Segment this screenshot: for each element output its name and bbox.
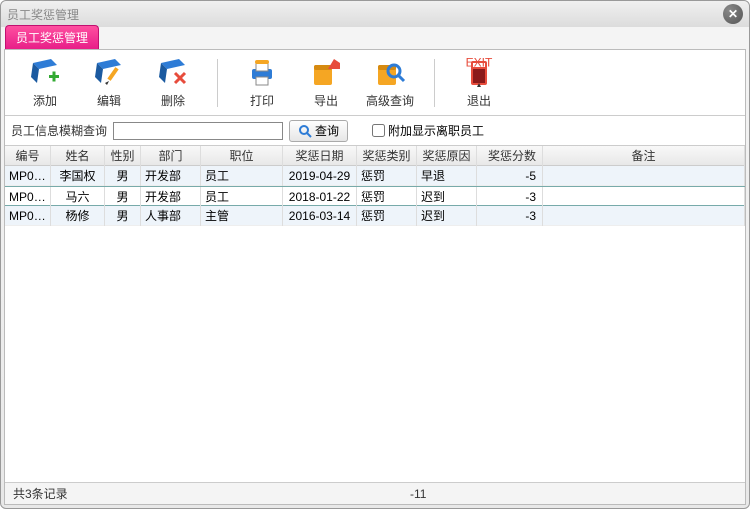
search-label: 员工信息模糊查询 — [11, 122, 107, 139]
col-type[interactable]: 奖惩类别 — [357, 146, 417, 166]
cell: 惩罚 — [357, 206, 417, 226]
titlebar: 员工奖惩管理 ✕ — [1, 1, 749, 27]
content: 添加 编辑 删除 打印 — [4, 49, 746, 505]
col-name[interactable]: 姓名 — [51, 146, 105, 166]
show-resigned-input[interactable] — [372, 124, 385, 137]
col-gender[interactable]: 性别 — [105, 146, 141, 166]
search-input[interactable] — [113, 122, 283, 140]
cell: 2016-03-14 — [283, 206, 357, 226]
cell: 迟到 — [417, 206, 477, 226]
cell: 男 — [105, 187, 141, 207]
cell: 主管 — [201, 206, 283, 226]
cell: 马六 — [51, 187, 105, 207]
col-note[interactable]: 备注 — [543, 146, 745, 166]
print-icon — [246, 57, 278, 89]
cell: 迟到 — [417, 187, 477, 207]
tabbar: 员工奖惩管理 — [1, 27, 749, 49]
advsearch-icon — [374, 57, 406, 89]
cell: MP004 — [5, 166, 51, 186]
exit-label: 退出 — [467, 92, 491, 109]
toolbar-divider — [434, 59, 435, 107]
cell: 男 — [105, 166, 141, 186]
record-count: 共3条记录 — [13, 485, 68, 502]
table-row[interactable]: MP006杨修男人事部主管2016-03-14惩罚迟到-3 — [5, 206, 745, 226]
show-resigned-label: 附加显示离职员工 — [388, 122, 484, 139]
tab-reward-punish[interactable]: 员工奖惩管理 — [5, 25, 99, 49]
query-button[interactable]: 查询 — [289, 120, 348, 142]
col-id[interactable]: 编号 — [5, 146, 51, 166]
edit-label: 编辑 — [97, 92, 121, 109]
cell: 杨修 — [51, 206, 105, 226]
cell: MP006 — [5, 206, 51, 226]
cell: 人事部 — [141, 206, 201, 226]
col-dept[interactable]: 部门 — [141, 146, 201, 166]
cell: 李国权 — [51, 166, 105, 186]
cell: -3 — [477, 187, 543, 207]
cell: 男 — [105, 206, 141, 226]
cell: 员工 — [201, 187, 283, 207]
add-label: 添加 — [33, 92, 57, 109]
add-icon — [29, 57, 61, 89]
col-score[interactable]: 奖惩分数 — [477, 146, 543, 166]
toolbar-divider — [217, 59, 218, 107]
export-icon — [310, 57, 342, 89]
show-resigned-checkbox[interactable]: 附加显示离职员工 — [372, 122, 484, 139]
edit-button[interactable]: 编辑 — [79, 54, 139, 112]
col-date[interactable]: 奖惩日期 — [283, 146, 357, 166]
cell: 早退 — [417, 166, 477, 186]
cell: -3 — [477, 206, 543, 226]
add-button[interactable]: 添加 — [15, 54, 75, 112]
close-button[interactable]: ✕ — [723, 4, 743, 24]
cell — [543, 206, 745, 226]
cell — [543, 166, 745, 186]
cell: -5 — [477, 166, 543, 186]
search-icon — [298, 124, 312, 138]
cell: 惩罚 — [357, 166, 417, 186]
delete-icon — [157, 57, 189, 89]
cell: 2019-04-29 — [283, 166, 357, 186]
data-grid[interactable]: 编号 姓名 性别 部门 职位 奖惩日期 奖惩类别 奖惩原因 奖惩分数 备注 MP… — [5, 146, 745, 482]
table-row[interactable]: MP004李国权男开发部员工2019-04-29惩罚早退-5 — [5, 166, 745, 186]
svg-text:EXIT: EXIT — [466, 57, 493, 70]
cell: MP001 — [5, 187, 51, 207]
window-title: 员工奖惩管理 — [7, 6, 79, 23]
advsearch-button[interactable]: 高级查询 — [360, 54, 420, 112]
query-label: 查询 — [315, 122, 339, 139]
toolbar: 添加 编辑 删除 打印 — [5, 50, 745, 116]
print-label: 打印 — [250, 92, 274, 109]
cell: 员工 — [201, 166, 283, 186]
delete-label: 删除 — [161, 92, 185, 109]
exit-icon: EXIT — [463, 57, 495, 89]
cell: 2018-01-22 — [283, 187, 357, 207]
col-pos[interactable]: 职位 — [201, 146, 283, 166]
col-reason[interactable]: 奖惩原因 — [417, 146, 477, 166]
cell — [543, 187, 745, 207]
export-label: 导出 — [314, 92, 338, 109]
score-sum: -11 — [410, 487, 426, 501]
table-row[interactable]: MP001马六男开发部员工2018-01-22惩罚迟到-3 — [5, 186, 745, 206]
grid-body: MP004李国权男开发部员工2019-04-29惩罚早退-5MP001马六男开发… — [5, 166, 745, 226]
cell: 开发部 — [141, 187, 201, 207]
export-button[interactable]: 导出 — [296, 54, 356, 112]
exit-button[interactable]: EXIT 退出 — [449, 54, 509, 112]
statusbar: 共3条记录 -11 — [5, 482, 745, 504]
app-window: 员工奖惩管理 ✕ 员工奖惩管理 添加 编辑 — [0, 0, 750, 509]
cell: 开发部 — [141, 166, 201, 186]
print-button[interactable]: 打印 — [232, 54, 292, 112]
grid-header: 编号 姓名 性别 部门 职位 奖惩日期 奖惩类别 奖惩原因 奖惩分数 备注 — [5, 146, 745, 166]
tab-label: 员工奖惩管理 — [16, 31, 88, 45]
searchbar: 员工信息模糊查询 查询 附加显示离职员工 — [5, 116, 745, 146]
close-icon: ✕ — [728, 7, 738, 21]
delete-button[interactable]: 删除 — [143, 54, 203, 112]
cell: 惩罚 — [357, 187, 417, 207]
advsearch-label: 高级查询 — [366, 92, 414, 109]
edit-icon — [93, 57, 125, 89]
